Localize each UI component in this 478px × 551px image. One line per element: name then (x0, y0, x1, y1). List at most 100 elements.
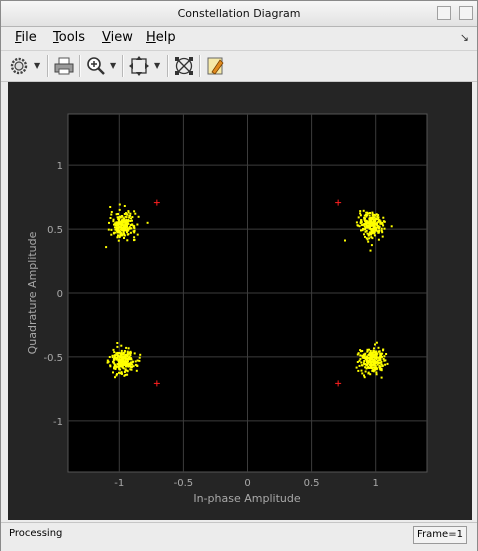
symbol-point (115, 374, 118, 377)
symbol-point (126, 364, 128, 367)
dock-arrow-icon[interactable]: ↘ (460, 31, 469, 44)
symbol-point (377, 238, 380, 241)
print-icon[interactable] (52, 54, 76, 78)
symbol-point (378, 350, 380, 353)
symbol-point (121, 372, 123, 375)
symbol-point (369, 212, 371, 214)
symbol-point (376, 359, 379, 362)
symbol-point (112, 231, 115, 234)
symbol-point (360, 219, 363, 222)
symbol-point (108, 221, 110, 224)
symbol-point (112, 218, 115, 221)
symbol-point (377, 362, 380, 364)
symbol-point (129, 351, 132, 354)
symbol-point (382, 349, 384, 352)
symbol-point (371, 230, 374, 233)
y-tick-label: 0.5 (47, 225, 63, 236)
highlight-icon[interactable] (204, 54, 228, 78)
y-tick-label: 0 (57, 289, 63, 300)
title-bar[interactable]: Constellation Diagram (1, 1, 477, 27)
zoom-in-icon[interactable] (84, 54, 108, 78)
symbol-point (362, 223, 365, 226)
symbol-point (119, 368, 122, 371)
close-button[interactable] (459, 6, 473, 20)
symbol-point (383, 220, 386, 223)
symbol-point (121, 221, 124, 224)
symbol-point (114, 368, 117, 370)
symbol-point (118, 203, 121, 206)
window-title: Constellation Diagram (177, 7, 301, 20)
symbol-point (368, 348, 371, 351)
symbol-point (365, 356, 368, 359)
symbol-point (127, 228, 130, 231)
symbol-point (123, 213, 126, 215)
symbol-point (137, 215, 140, 218)
symbol-point (125, 216, 128, 219)
symbol-point (109, 206, 112, 208)
symbol-point (116, 357, 119, 360)
symbol-point (367, 212, 370, 215)
symbol-point (375, 354, 378, 357)
toolbar: ▼ ▼ ▼ (1, 50, 477, 82)
symbol-point (116, 345, 119, 348)
symbol-point (123, 217, 126, 220)
y-tick-label: -1 (53, 417, 63, 428)
symbol-point (382, 357, 385, 360)
autoscale-icon[interactable] (127, 54, 151, 78)
symbol-point (355, 366, 358, 369)
y-tick-label: 1 (57, 161, 63, 172)
symbol-point (123, 371, 126, 373)
reference-constellation-icon[interactable] (172, 54, 196, 78)
symbol-point (365, 364, 368, 367)
menu-file[interactable]: File (15, 30, 37, 45)
toolbar-separator (47, 55, 49, 77)
symbol-point (128, 216, 131, 219)
symbol-point (372, 359, 375, 361)
symbol-point (373, 230, 376, 233)
symbol-point (371, 237, 374, 240)
symbol-point (113, 354, 116, 357)
restore-button[interactable] (437, 6, 451, 20)
symbol-point (363, 233, 365, 236)
menu-help[interactable]: Help (146, 30, 176, 45)
symbol-point (133, 238, 136, 241)
symbol-point (133, 352, 136, 355)
symbol-point (378, 365, 381, 368)
symbol-point (355, 221, 358, 224)
y-axis-label: Quadrature Amplitude (26, 231, 39, 354)
y-tick-label: -0.5 (43, 353, 63, 364)
symbol-point (377, 216, 380, 219)
settings-icon[interactable] (7, 54, 31, 78)
symbol-point (107, 360, 110, 363)
menu-view[interactable]: View (102, 30, 133, 45)
symbol-point (374, 222, 377, 225)
symbol-point (130, 358, 133, 361)
symbol-point (108, 356, 111, 358)
autoscale-dropdown-icon[interactable]: ▼ (154, 61, 160, 70)
menu-tools[interactable]: Tools (53, 30, 85, 45)
symbol-point (361, 372, 364, 375)
symbol-point (359, 212, 362, 215)
symbol-point (133, 229, 136, 232)
constellation-plot[interactable]: -1 -0.5 0 0.5 1 1 0.5 0 -0.5 -1 In-phase Amplitu… (8, 82, 472, 520)
symbol-point (365, 360, 368, 363)
symbol-point (362, 209, 365, 212)
symbol-point (123, 205, 126, 207)
symbol-point (118, 219, 120, 222)
symbol-point (365, 223, 368, 226)
symbol-point (133, 210, 136, 213)
symbol-point (375, 217, 377, 220)
symbol-point (371, 351, 374, 354)
symbol-point (358, 364, 361, 367)
symbol-point (379, 359, 382, 361)
settings-dropdown-icon[interactable]: ▼ (34, 61, 40, 70)
symbol-point (126, 239, 129, 242)
symbol-point (123, 232, 126, 235)
symbol-point (368, 233, 370, 236)
zoom-dropdown-icon[interactable]: ▼ (110, 61, 116, 70)
toolbar-separator (79, 55, 81, 77)
symbol-point (371, 212, 374, 215)
toolbar-separator (199, 55, 201, 77)
symbol-point (373, 228, 376, 231)
menu-bar: File Tools View Help ↘ (1, 27, 477, 49)
